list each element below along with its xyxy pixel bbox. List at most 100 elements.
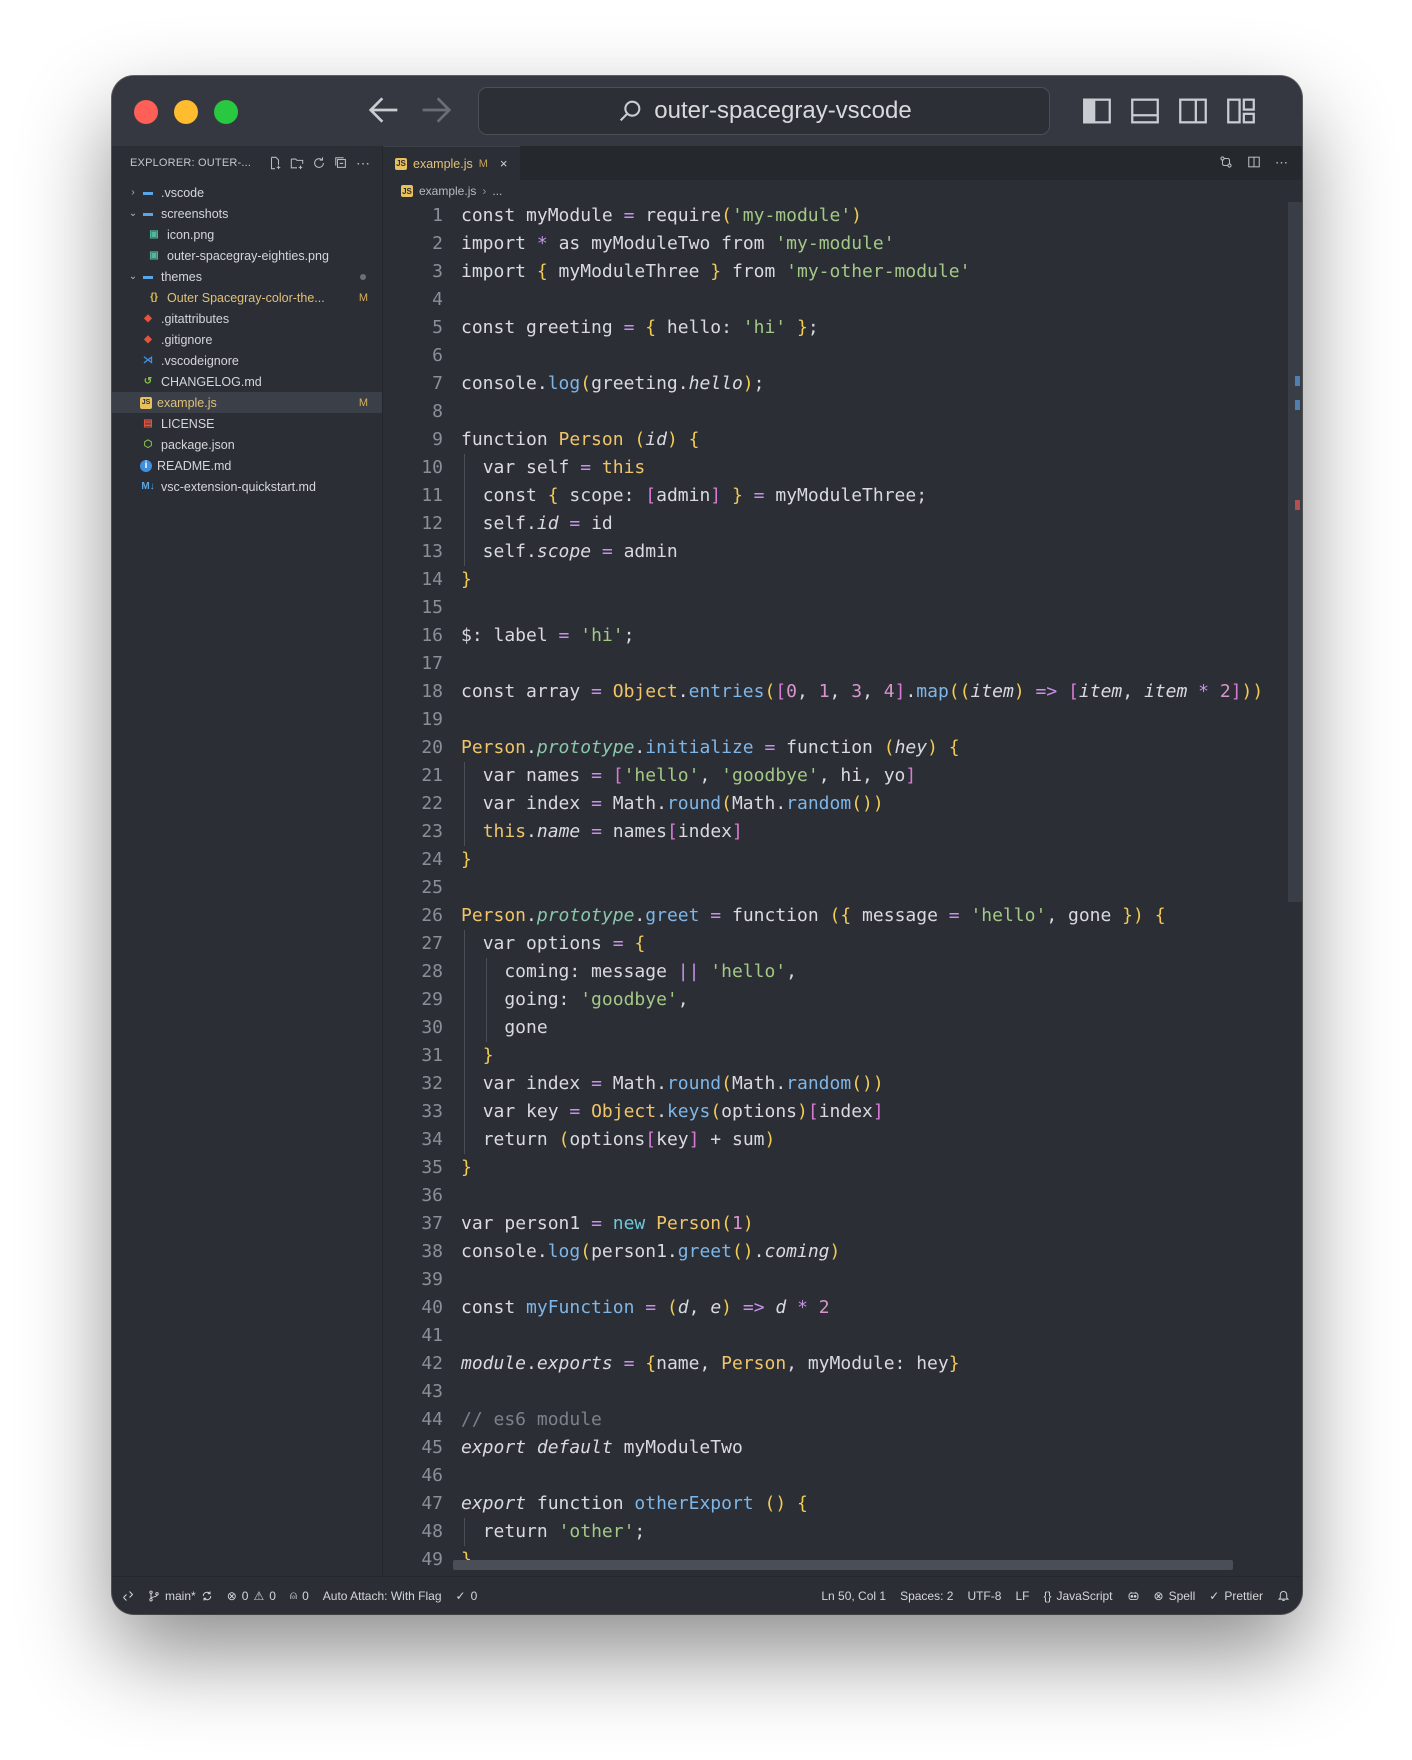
new-file-icon[interactable] [267, 155, 283, 171]
code-line[interactable]: 24} [383, 846, 1302, 874]
file-tree-item[interactable]: ⌄ ▬ screenshots [112, 203, 382, 224]
code-line[interactable]: 27 var options = { [383, 930, 1302, 958]
customize-layout-icon[interactable] [1224, 94, 1258, 128]
code-line[interactable]: 29 going: 'goodbye', [383, 986, 1302, 1014]
command-center-search[interactable]: outer-spacegray-vscode [478, 87, 1050, 135]
code-line[interactable]: 15 [383, 594, 1302, 622]
problems-status[interactable]: ⊗ 0 ⚠ 0 [227, 1589, 276, 1603]
file-tree-item[interactable]: ◆ .gitignore [112, 329, 382, 350]
remote-icon[interactable] [122, 1590, 134, 1602]
cursor-position[interactable]: Ln 50, Col 1 [821, 1589, 886, 1603]
code-line[interactable]: 22 var index = Math.round(Math.random()) [383, 790, 1302, 818]
code-line[interactable]: 43 [383, 1378, 1302, 1406]
code-line[interactable]: 32 var index = Math.round(Math.random()) [383, 1070, 1302, 1098]
auto-attach-status[interactable]: Auto Attach: With Flag [323, 1589, 442, 1603]
new-folder-icon[interactable] [289, 155, 305, 171]
code-line[interactable]: 30 gone [383, 1014, 1302, 1042]
code-line[interactable]: 39 [383, 1266, 1302, 1294]
code-line[interactable]: 25 [383, 874, 1302, 902]
code-line[interactable]: 33 var key = Object.keys(options)[index] [383, 1098, 1302, 1126]
forward-arrow-icon[interactable] [416, 90, 456, 130]
file-tree-item[interactable]: › ▬ .vscode [112, 182, 382, 203]
code-line[interactable]: 7 console.log(greeting.hello); [383, 370, 1302, 398]
prettier-status[interactable]: ✓ Prettier [1209, 1589, 1263, 1603]
code-line[interactable]: 37 var person1 = new Person(1) [383, 1210, 1302, 1238]
code-line[interactable]: 47 export function otherExport () { [383, 1490, 1302, 1518]
code-line[interactable]: 8 [383, 398, 1302, 426]
code-line[interactable]: 35} [383, 1154, 1302, 1182]
code-line[interactable]: 3 import { myModuleThree } from 'my-other… [383, 258, 1302, 286]
ports-status[interactable]: ⍝ 0 [290, 1588, 309, 1603]
indentation-status[interactable]: Spaces: 2 [900, 1589, 953, 1603]
language-mode[interactable]: {} JavaScript [1043, 1589, 1112, 1603]
file-tree-item[interactable]: ◆ .gitattributes [112, 308, 382, 329]
eol-status[interactable]: LF [1015, 1589, 1029, 1603]
collapse-all-icon[interactable] [333, 155, 349, 171]
code-line[interactable]: 28 coming: message || 'hello', [383, 958, 1302, 986]
more-actions-icon[interactable]: ⋯ [355, 155, 371, 171]
code-line[interactable]: 18 const array = Object.entries([0, 1, 3,… [383, 678, 1302, 706]
code-line[interactable]: 23 this.name = names[index] [383, 818, 1302, 846]
code-line[interactable]: 5 const greeting = { hello: 'hi' }; [383, 314, 1302, 342]
vertical-scrollbar[interactable] [1288, 202, 1302, 902]
encoding-status[interactable]: UTF-8 [967, 1589, 1001, 1603]
file-tree-item[interactable]: ▤ LICENSE [112, 413, 382, 434]
code-line[interactable]: 26 Person.prototype.greet = function ({ m… [383, 902, 1302, 930]
file-tree-item[interactable]: ▣ icon.png [112, 224, 382, 245]
code-line[interactable]: 14} [383, 566, 1302, 594]
code-line[interactable]: 1 const myModule = require('my-module') [383, 202, 1302, 230]
file-tree-item[interactable]: {} Outer Spacegray-color-the... M [112, 287, 382, 308]
more-actions-icon[interactable]: ⋯ [1275, 155, 1288, 172]
code-line[interactable]: 41 [383, 1322, 1302, 1350]
spell-status[interactable]: ⊗ Spell [1154, 1589, 1196, 1603]
maximize-window-button[interactable] [214, 100, 238, 124]
notifications-bell-icon[interactable] [1277, 1589, 1290, 1602]
checks-status[interactable]: ✓ 0 [456, 1589, 478, 1603]
code-line[interactable]: 13 self.scope = admin [383, 538, 1302, 566]
code-line[interactable]: 20 Person.prototype.initialize = function… [383, 734, 1302, 762]
close-window-button[interactable] [134, 100, 158, 124]
code-line[interactable]: 48 return 'other'; [383, 1518, 1302, 1546]
back-arrow-icon[interactable] [364, 90, 404, 130]
file-tree-item[interactable]: JS example.js M [112, 392, 382, 413]
code-line[interactable]: 38 console.log(person1.greet().coming) [383, 1238, 1302, 1266]
horizontal-scrollbar[interactable] [453, 1560, 1233, 1570]
file-tree-item[interactable]: ⬡ package.json [112, 434, 382, 455]
tab-example-js[interactable]: JS example.js M × [383, 146, 520, 180]
code-line[interactable]: 45 export default myModuleTwo [383, 1434, 1302, 1462]
code-line[interactable]: 42 module.exports = {name, Person, myModu… [383, 1350, 1302, 1378]
file-tree-item[interactable]: ⋊ .vscodeignore [112, 350, 382, 371]
file-tree-item[interactable]: ↺ CHANGELOG.md [112, 371, 382, 392]
toggle-secondary-sidebar-icon[interactable] [1176, 94, 1210, 128]
code-line[interactable]: 4 [383, 286, 1302, 314]
breadcrumb-file[interactable]: example.js [419, 184, 476, 198]
git-branch-status[interactable]: main* [148, 1589, 213, 1603]
file-tree-item[interactable]: i README.md [112, 455, 382, 476]
file-tree-item[interactable]: M↓ vsc-extension-quickstart.md [112, 476, 382, 497]
code-line[interactable]: 19 [383, 706, 1302, 734]
code-line[interactable]: 36 [383, 1182, 1302, 1210]
code-line[interactable]: 44 // es6 module [383, 1406, 1302, 1434]
code-line[interactable]: 40 const myFunction = (d, e) => d * 2 [383, 1294, 1302, 1322]
toggle-panel-icon[interactable] [1128, 94, 1162, 128]
code-line[interactable]: 10 var self = this [383, 454, 1302, 482]
code-line[interactable]: 16 $: label = 'hi'; [383, 622, 1302, 650]
open-changes-icon[interactable] [1219, 155, 1233, 172]
close-icon[interactable]: × [500, 156, 508, 171]
code-editor[interactable]: 1 const myModule = require('my-module') 2 i… [383, 202, 1302, 1576]
sync-icon[interactable] [201, 1590, 213, 1602]
toggle-primary-sidebar-icon[interactable] [1080, 94, 1114, 128]
file-tree-item[interactable]: ▣ outer-spacegray-eighties.png [112, 245, 382, 266]
copilot-icon[interactable] [1127, 1589, 1140, 1602]
code-line[interactable]: 46 [383, 1462, 1302, 1490]
code-line[interactable]: 2 import * as myModuleTwo from 'my-module… [383, 230, 1302, 258]
code-line[interactable]: 9 function Person (id) { [383, 426, 1302, 454]
code-line[interactable]: 11 const { scope: [admin] } = myModuleTh… [383, 482, 1302, 510]
file-tree-item[interactable]: ⌄ ▬ themes [112, 266, 382, 287]
code-line[interactable]: 21 var names = ['hello', 'goodbye', hi, … [383, 762, 1302, 790]
code-line[interactable]: 17 [383, 650, 1302, 678]
code-line[interactable]: 12 self.id = id [383, 510, 1302, 538]
code-line[interactable]: 31 } [383, 1042, 1302, 1070]
code-line[interactable]: 6 [383, 342, 1302, 370]
breadcrumb-symbol[interactable]: ... [492, 184, 502, 198]
